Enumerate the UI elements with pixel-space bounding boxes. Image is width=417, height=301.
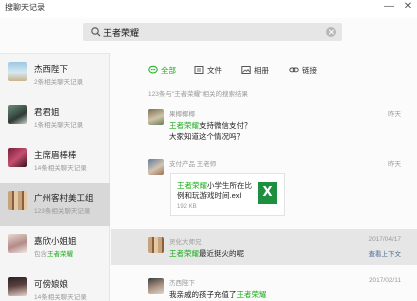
contact-item[interactable]: 君君姐 1条相关聊天记录 — [0, 97, 110, 140]
tab-label: 文件 — [207, 65, 222, 75]
message-text-rest: 支持微信支付？ — [199, 121, 252, 130]
contact-summary: 123条相关聊天记录 — [34, 208, 91, 215]
window-title: 搜聊天记录 — [5, 3, 45, 12]
contact-name: 君君姐 — [34, 107, 60, 117]
contact-item[interactable]: 主席眉棒棒 14条相关聊天记录 — [0, 140, 110, 183]
message-time: 2017/04/17 — [368, 236, 401, 243]
tab-label: 相册 — [254, 65, 269, 75]
contact-item-selected[interactable]: 广州客村美工组 123条相关聊天记录 — [0, 183, 110, 226]
search-results-panel: 全部 文件 相册 链接 123条与"王者荣耀"相关的搜索结果 果椰椰椰 昨天 王… — [111, 53, 417, 301]
contact-item[interactable]: 嘉欣小姐姐 包含王者荣耀 — [0, 226, 110, 269]
message-text-rest: 最近挺火的呢 — [199, 249, 244, 258]
avatar — [8, 234, 27, 253]
keyword-highlight: 王者荣耀 — [177, 181, 207, 190]
contact-name: 嘉欣小姐姐 — [34, 236, 77, 246]
tab-label: 全部 — [161, 65, 176, 75]
message-time: 昨天 — [388, 111, 401, 118]
contact-item[interactable]: 杰西陛下 2条相关聊天记录 — [0, 54, 110, 97]
excel-file-icon: X — [258, 182, 277, 204]
contact-name: 可傍娘娘 — [34, 279, 69, 289]
chat-bubble-icon — [148, 65, 158, 74]
message-text-pre: 我亲戚的孩子充值了 — [169, 290, 237, 299]
keyword-highlight: 王者荣耀 — [169, 249, 199, 258]
contact-summary: 包含王者荣耀 — [34, 248, 73, 258]
view-context-link[interactable]: 查看上下文 — [369, 248, 402, 258]
contact-summary: 1条相关聊天记录 — [34, 122, 84, 129]
sender-name: 灵化大师兄 — [169, 239, 202, 246]
message-time: 2017/02/11 — [368, 277, 401, 284]
search-input[interactable]: 王者荣耀 — [83, 23, 342, 41]
avatar — [148, 237, 164, 253]
avatar — [8, 62, 27, 81]
keyword-highlight: 王者荣耀 — [169, 121, 199, 130]
sender-name: 支付产品 王老师 — [169, 161, 217, 168]
avatar — [148, 159, 164, 175]
contact-name: 广州客村美工组 — [34, 193, 94, 203]
search-result-item-hover[interactable]: 灵化大师兄 2017/04/17 王者荣耀最近挺火的呢 查看上下文 — [111, 229, 417, 265]
avatar — [148, 109, 164, 125]
avatar — [8, 148, 27, 167]
tab-label: 链接 — [302, 65, 317, 75]
search-result-item[interactable]: 杰西陛下 2017/02/11 我亲戚的孩子充值了王者荣耀 — [111, 271, 417, 301]
tab-links[interactable]: 链接 — [289, 63, 317, 77]
avatar — [148, 278, 164, 294]
contact-name: 主席眉棒棒 — [34, 150, 77, 160]
file-size: 192 KB — [177, 204, 197, 210]
window-controls: — ✕ — [384, 2, 413, 12]
search-result-item[interactable]: 果椰椰椰 昨天 王者荣耀支持微信支付？ 大家知道这个情况吗？ — [111, 103, 417, 153]
message-text: 我亲戚的孩子充值了王者荣耀 — [169, 289, 267, 300]
minimize-button[interactable]: — — [384, 2, 394, 12]
keyword-highlight: 王者荣耀 — [47, 251, 73, 258]
file-icon — [194, 66, 204, 74]
sender-name: 杰西陛下 — [169, 280, 195, 287]
message-time: 昨天 — [388, 161, 401, 168]
photo-icon — [241, 66, 251, 74]
avatar — [8, 105, 27, 124]
clear-search-icon[interactable] — [326, 27, 336, 37]
contact-summary: 14条相关聊天记录 — [34, 294, 87, 301]
result-count: 123条与"王者荣耀"相关的搜索结果 — [148, 91, 248, 98]
message-text: 大家知道这个情况吗？ — [169, 132, 244, 141]
contact-list: 杰西陛下 2条相关聊天记录 君君姐 1条相关聊天记录 主席眉棒棒 14条相关聊天… — [0, 53, 110, 301]
search-icon — [91, 27, 101, 37]
avatar — [8, 277, 27, 296]
title-bar: 搜聊天记录 — ✕ — [0, 0, 417, 18]
summary-prefix: 包含 — [34, 251, 47, 258]
contact-summary: 14条相关聊天记录 — [34, 165, 87, 172]
search-query: 王者荣耀 — [103, 28, 140, 38]
close-button[interactable]: ✕ — [403, 2, 413, 12]
filter-tabs: 全部 文件 相册 链接 — [111, 63, 417, 79]
sender-name: 果椰椰椰 — [169, 111, 195, 118]
tab-files[interactable]: 文件 — [194, 63, 222, 77]
message-text: 王者荣耀支持微信支付？ — [169, 120, 252, 131]
message-text: 王者荣耀最近挺火的呢 — [169, 248, 244, 259]
avatar — [8, 191, 27, 210]
contact-name: 杰西陛下 — [34, 64, 69, 74]
tab-photos[interactable]: 相册 — [241, 63, 269, 77]
link-icon — [289, 67, 299, 73]
file-card[interactable]: 王者荣耀小学生所在比例和玩游戏时间.exl 192 KB X — [170, 173, 285, 216]
file-name: 王者荣耀小学生所在比例和玩游戏时间.exl — [177, 181, 257, 201]
contact-item[interactable]: 可傍娘娘 14条相关聊天记录 — [0, 269, 110, 301]
keyword-highlight: 王者荣耀 — [236, 290, 267, 299]
tab-all[interactable]: 全部 — [148, 63, 176, 77]
contact-summary: 2条相关聊天记录 — [34, 79, 84, 86]
